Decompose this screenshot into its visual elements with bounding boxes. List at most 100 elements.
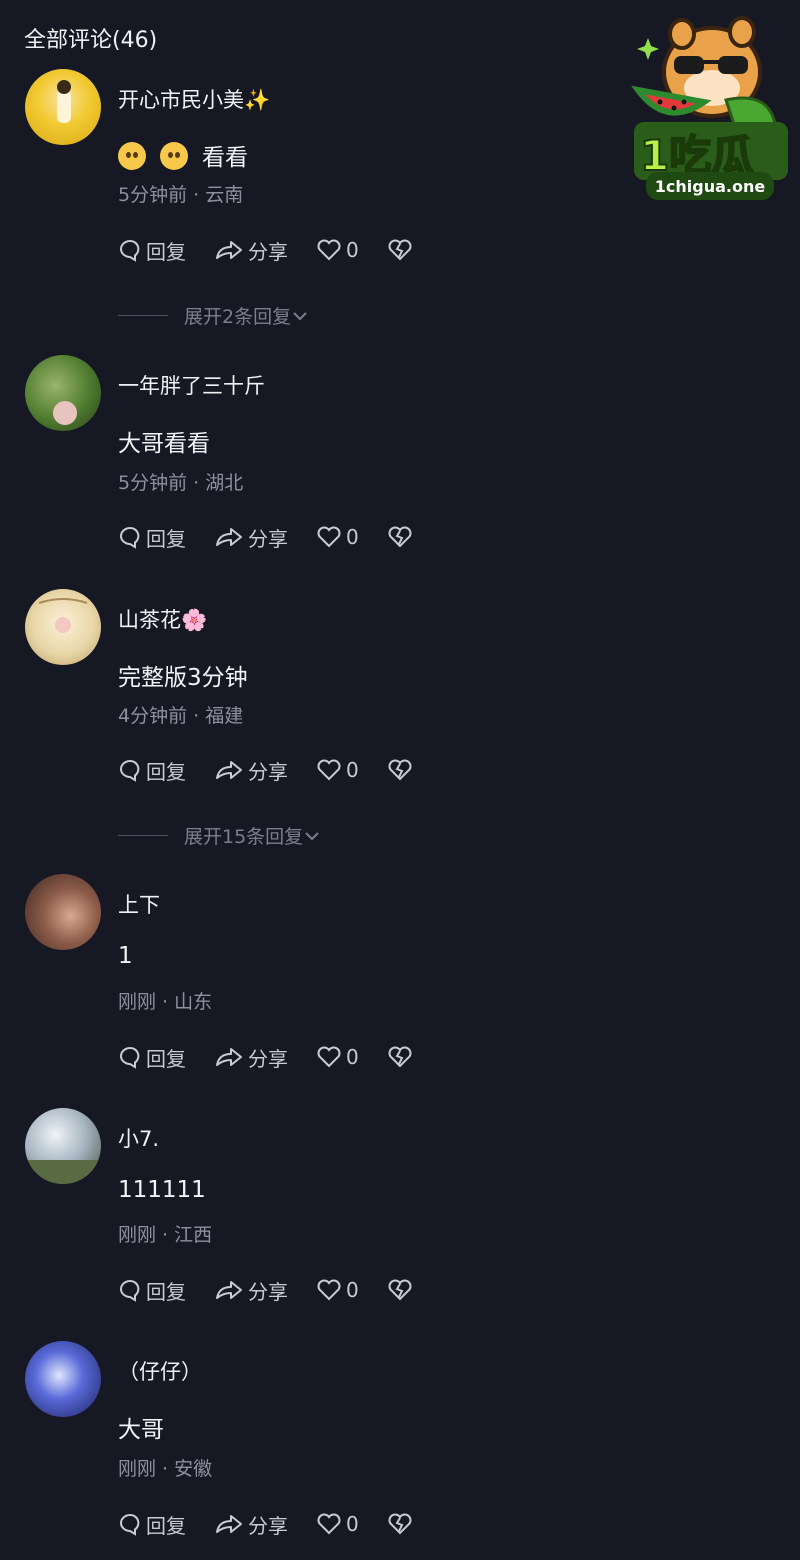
comment-meta: 4分钟前 · 福建 — [118, 705, 244, 727]
like-count: 0 — [346, 238, 359, 262]
chevron-down-icon — [305, 831, 319, 840]
broken-heart-icon — [388, 526, 412, 548]
reply-label: 回复 — [146, 1279, 186, 1304]
username[interactable]: （仔仔） — [118, 1356, 202, 1386]
share-icon — [216, 241, 242, 259]
comment-time: 刚刚 — [118, 1458, 157, 1480]
reply-label: 回复 — [146, 526, 186, 551]
dislike-button[interactable] — [387, 238, 417, 262]
share-button[interactable]: 分享 — [214, 236, 288, 265]
avatar[interactable] — [25, 589, 101, 665]
comments-header-title: 全部评论(46) — [24, 28, 158, 53]
divider — [118, 835, 168, 836]
reply-button[interactable]: 回复 — [118, 1510, 186, 1539]
reply-button[interactable]: 回复 — [118, 1276, 186, 1305]
reply-icon — [120, 240, 140, 262]
share-icon — [216, 1048, 242, 1066]
comment-text: 大哥看看 — [118, 431, 210, 457]
share-button[interactable]: 分享 — [214, 523, 288, 552]
comment-actions: 回复 分享 0 — [118, 235, 445, 265]
broken-heart-icon — [388, 1279, 412, 1301]
comment-location: 安徽 — [174, 1458, 213, 1480]
comment-location: 湖北 — [205, 472, 244, 494]
comment-actions: 回复 分享 0 — [118, 755, 445, 785]
broken-heart-icon — [388, 239, 412, 261]
logo-watermark: 1吃瓜 1chigua.one — [626, 10, 792, 206]
reply-button[interactable]: 回复 — [118, 236, 186, 265]
dislike-button[interactable] — [387, 758, 417, 782]
comment-text: 111111 — [118, 1177, 206, 1203]
share-label: 分享 — [248, 239, 288, 264]
comment-time: 刚刚 — [118, 1224, 157, 1246]
reply-button[interactable]: 回复 — [118, 523, 186, 552]
username-text: 山茶花 — [118, 608, 181, 632]
avatar[interactable] — [25, 1108, 101, 1184]
like-button[interactable]: 0 — [316, 1045, 359, 1069]
like-button[interactable]: 0 — [316, 525, 359, 549]
share-button[interactable]: 分享 — [214, 1276, 288, 1305]
share-button[interactable]: 分享 — [214, 1510, 288, 1539]
comment-time: 4分钟前 — [118, 705, 188, 727]
share-icon — [216, 761, 242, 779]
share-icon — [216, 1281, 242, 1299]
username-text: 一年胖了三十斤 — [118, 374, 265, 398]
emoji-face-icon — [118, 142, 146, 170]
comment-time: 5分钟前 — [118, 184, 188, 206]
divider — [118, 315, 168, 316]
comment-text: 完整版3分钟 — [118, 665, 248, 691]
username[interactable]: 山茶花🌸 — [118, 604, 207, 634]
expand-replies[interactable]: 展开15条回复 — [118, 822, 321, 849]
comment-location: 山东 — [174, 991, 213, 1013]
like-count: 0 — [346, 758, 359, 782]
username[interactable]: 上下 — [118, 889, 160, 919]
expand-label: 展开15条回复 — [184, 826, 304, 848]
heart-icon — [317, 759, 341, 781]
dislike-button[interactable] — [387, 1278, 417, 1302]
avatar[interactable] — [25, 1341, 101, 1417]
like-button[interactable]: 0 — [316, 1512, 359, 1536]
share-label: 分享 — [248, 759, 288, 784]
comment-meta: 刚刚 · 山东 — [118, 991, 213, 1013]
like-count: 0 — [346, 1278, 359, 1302]
share-button[interactable]: 分享 — [214, 756, 288, 785]
comment-text: 1 — [118, 943, 133, 969]
reply-button[interactable]: 回复 — [118, 1043, 186, 1072]
reply-icon — [120, 760, 140, 782]
username-text: 开心市民小美 — [118, 88, 244, 112]
comment-meta: 5分钟前 · 云南 — [118, 184, 244, 206]
avatar[interactable] — [25, 874, 101, 950]
comment-content: 看看 — [118, 138, 248, 172]
like-button[interactable]: 0 — [316, 758, 359, 782]
reply-icon — [120, 1280, 140, 1302]
comment-location: 福建 — [205, 705, 244, 727]
reply-label: 回复 — [146, 1513, 186, 1538]
reply-button[interactable]: 回复 — [118, 756, 186, 785]
share-button[interactable]: 分享 — [214, 1043, 288, 1072]
comment-actions: 回复 分享 0 — [118, 1042, 445, 1072]
reply-label: 回复 — [146, 239, 186, 264]
heart-icon — [317, 239, 341, 261]
like-count: 0 — [346, 1045, 359, 1069]
username[interactable]: 小7. — [118, 1123, 159, 1153]
username[interactable]: 一年胖了三十斤 — [118, 370, 265, 400]
like-button[interactable]: 0 — [316, 238, 359, 262]
like-button[interactable]: 0 — [316, 1278, 359, 1302]
reply-label: 回复 — [146, 759, 186, 784]
comment-actions: 回复 分享 0 — [118, 522, 445, 552]
share-icon — [216, 528, 242, 546]
broken-heart-icon — [388, 1046, 412, 1068]
share-icon — [216, 1515, 242, 1533]
dislike-button[interactable] — [387, 1512, 417, 1536]
avatar[interactable] — [25, 355, 101, 431]
username[interactable]: 开心市民小美✨ — [118, 84, 270, 114]
expand-replies[interactable]: 展开2条回复 — [118, 302, 309, 329]
dislike-button[interactable] — [387, 1045, 417, 1069]
dislike-button[interactable] — [387, 525, 417, 549]
comment-meta: 5分钟前 · 湖北 — [118, 472, 244, 494]
username-text: 上下 — [118, 893, 160, 917]
logo-url-text: 1chigua.one — [655, 177, 766, 196]
avatar[interactable] — [25, 69, 101, 145]
reply-icon — [120, 1047, 140, 1069]
expand-label: 展开2条回复 — [184, 306, 292, 328]
heart-icon — [317, 1279, 341, 1301]
